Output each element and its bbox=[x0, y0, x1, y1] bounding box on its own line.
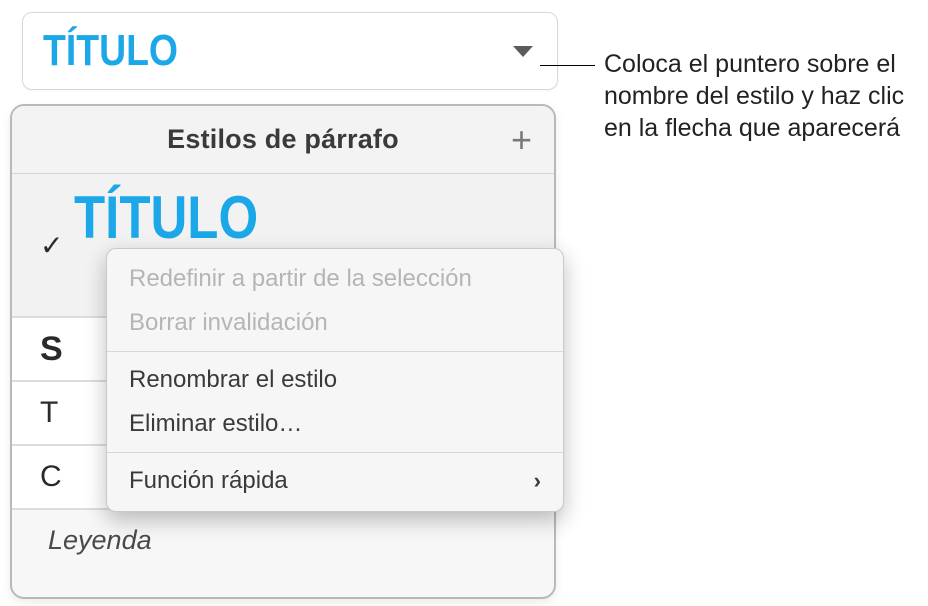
menu-item-label: Eliminar estilo… bbox=[129, 410, 302, 438]
style-selector-button[interactable]: Título bbox=[22, 12, 558, 90]
style-row-label: C bbox=[40, 460, 62, 494]
callout-text: Coloca el puntero sobre el nombre del es… bbox=[604, 48, 914, 144]
style-row-label: Título bbox=[74, 183, 258, 252]
menu-item-label: Redefinir a partir de la selección bbox=[129, 265, 472, 293]
menu-redefine-from-selection: Redefinir a partir de la selección bbox=[107, 257, 563, 301]
menu-divider bbox=[107, 452, 563, 453]
style-selector-label: Título bbox=[43, 26, 178, 76]
style-row-label: Leyenda bbox=[40, 525, 152, 556]
style-row-label: T bbox=[40, 396, 58, 430]
style-row-caption[interactable]: Leyenda bbox=[12, 510, 554, 570]
menu-divider bbox=[107, 351, 563, 352]
checkmark-icon: ✓ bbox=[40, 229, 74, 262]
style-context-menu: Redefinir a partir de la selección Borra… bbox=[106, 248, 564, 512]
menu-rename-style[interactable]: Renombrar el estilo bbox=[107, 358, 563, 402]
menu-item-label: Función rápida bbox=[129, 467, 288, 495]
add-style-button[interactable]: + bbox=[511, 122, 532, 158]
menu-item-label: Renombrar el estilo bbox=[129, 366, 337, 394]
style-row-label: S bbox=[40, 330, 63, 369]
menu-shortcut[interactable]: Función rápida › bbox=[107, 459, 563, 503]
chevron-right-icon: › bbox=[534, 468, 541, 494]
callout-leader-line bbox=[540, 65, 595, 66]
chevron-down-icon[interactable] bbox=[513, 46, 533, 57]
menu-clear-override: Borrar invalidación bbox=[107, 301, 563, 345]
menu-item-label: Borrar invalidación bbox=[129, 309, 328, 337]
popover-header: Estilos de párrafo + bbox=[12, 106, 554, 174]
menu-delete-style[interactable]: Eliminar estilo… bbox=[107, 402, 563, 446]
popover-title: Estilos de párrafo bbox=[167, 124, 399, 155]
